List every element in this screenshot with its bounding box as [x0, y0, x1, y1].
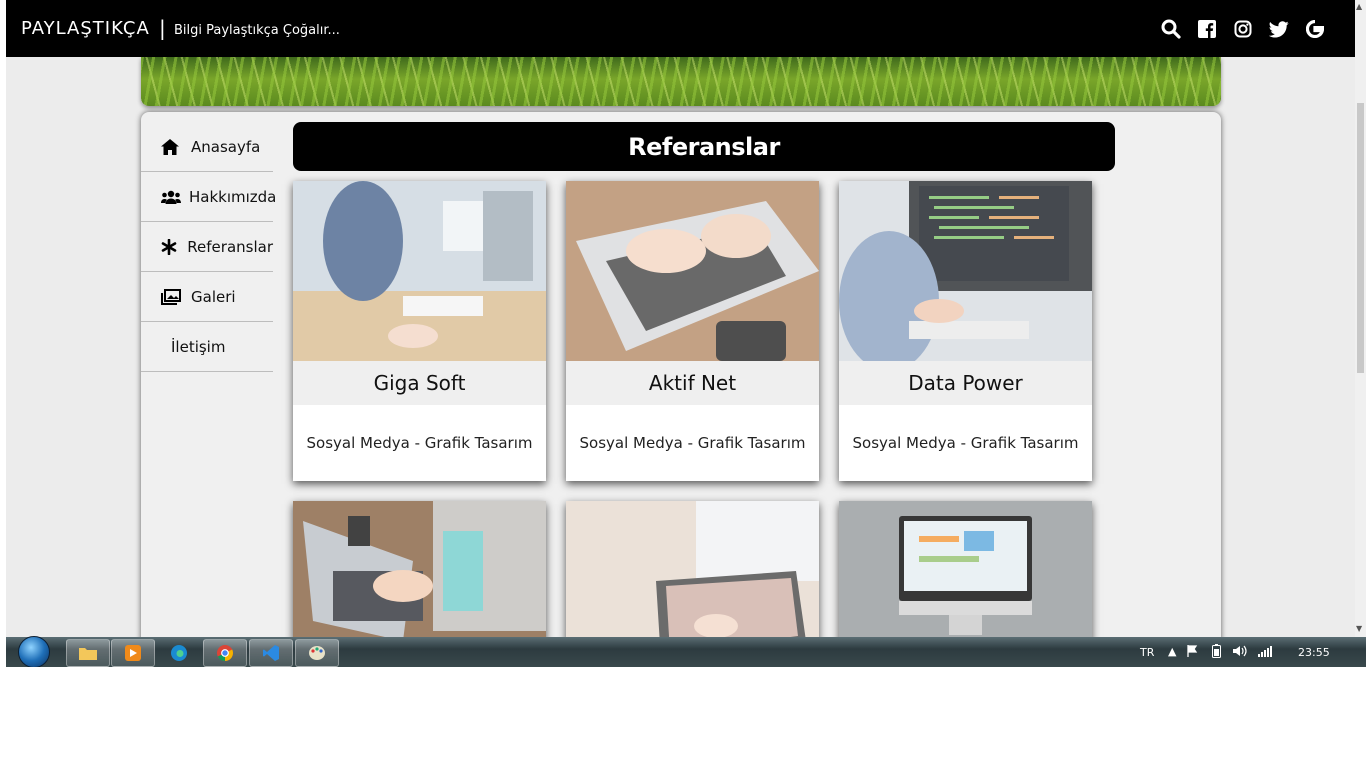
instagram-icon[interactable]	[1225, 18, 1261, 40]
content-panel: Anasayfa Hakkımızda Referanslar Galeri İ…	[141, 112, 1221, 667]
site-brand[interactable]: PAYLAŞTIKÇA	[21, 18, 150, 39]
chrome-icon[interactable]	[203, 639, 247, 667]
card-description: Sosyal Medya - Grafik Tasarım	[579, 434, 806, 452]
page-title: Referanslar	[293, 122, 1115, 171]
sidebar-nav: Anasayfa Hakkımızda Referanslar Galeri İ…	[141, 122, 277, 372]
windows-logo-icon	[18, 636, 50, 667]
clock[interactable]: 23:55	[1298, 646, 1330, 659]
system-tray: TR ▲ 23:55	[1126, 637, 1366, 667]
card-description: Sosyal Medya - Grafik Tasarım	[306, 434, 533, 452]
paint-icon[interactable]	[295, 639, 339, 667]
vscode-icon[interactable]	[249, 639, 293, 667]
windows-taskbar: TR ▲ 23:55	[6, 636, 1366, 667]
sidebar-item-hakkimizda[interactable]: Hakkımızda	[141, 172, 277, 222]
reference-card[interactable]: Aktif Net Sosyal Medya - Grafik Tasarım	[566, 181, 819, 481]
reference-card[interactable]: Giga Soft Sosyal Medya - Grafik Tasarım	[293, 181, 546, 481]
sidebar-item-iletisim[interactable]: İletişim	[141, 322, 273, 372]
start-button[interactable]	[15, 636, 53, 667]
battery-icon[interactable]	[1212, 644, 1221, 661]
edge-icon[interactable]	[157, 639, 201, 667]
browser-viewport: PAYLAŞTIKÇA | Bilgi Paylaştıkça Çoğalır.…	[6, 0, 1366, 667]
card-image	[839, 181, 1092, 361]
images-icon	[161, 288, 183, 305]
users-icon	[161, 190, 181, 204]
card-title: Data Power	[839, 361, 1092, 405]
hero-grass-banner	[141, 57, 1221, 106]
sidebar-item-label: Hakkımızda	[189, 187, 277, 206]
file-explorer-icon[interactable]	[66, 639, 110, 667]
facebook-icon[interactable]	[1189, 18, 1225, 40]
brand-separator: |	[159, 16, 166, 40]
card-description: Sosyal Medya - Grafik Tasarım	[852, 434, 1079, 452]
card-image	[293, 181, 546, 361]
sidebar-item-label: Galeri	[191, 287, 236, 306]
card-image	[566, 181, 819, 361]
card-title: Aktif Net	[566, 361, 819, 405]
sidebar-item-label: İletişim	[171, 337, 226, 356]
twitter-icon[interactable]	[1261, 18, 1297, 40]
google-icon[interactable]	[1297, 18, 1333, 40]
language-indicator[interactable]: TR	[1140, 646, 1154, 659]
sidebar-item-anasayfa[interactable]: Anasayfa	[141, 122, 273, 172]
volume-icon[interactable]	[1232, 644, 1248, 661]
sidebar-item-label: Referanslar	[187, 237, 273, 256]
scrollbar-thumb[interactable]	[1357, 103, 1364, 373]
action-center-flag-icon[interactable]	[1186, 644, 1200, 661]
site-tagline: Bilgi Paylaştıkça Çoğalır...	[174, 23, 340, 38]
scroll-down-arrow-icon[interactable]: ▼	[1356, 624, 1362, 633]
scroll-up-arrow-icon[interactable]: ▲	[1356, 2, 1362, 11]
sidebar-item-galeri[interactable]: Galeri	[141, 272, 273, 322]
page-scrollbar[interactable]: ▲ ▼	[1355, 0, 1366, 637]
show-hidden-icons-icon[interactable]: ▲	[1168, 645, 1176, 658]
home-icon	[161, 138, 183, 155]
network-signal-icon[interactable]	[1258, 645, 1272, 660]
top-navbar: PAYLAŞTIKÇA | Bilgi Paylaştıkça Çoğalır.…	[6, 0, 1355, 57]
sidebar-item-label: Anasayfa	[191, 137, 261, 156]
asterisk-icon	[161, 238, 179, 255]
reference-card[interactable]: Data Power Sosyal Medya - Grafik Tasarım	[839, 181, 1092, 481]
search-icon[interactable]	[1153, 18, 1189, 40]
sidebar-item-referanslar[interactable]: Referanslar	[141, 222, 273, 272]
card-title: Giga Soft	[293, 361, 546, 405]
media-player-icon[interactable]	[111, 639, 155, 667]
social-icons	[1153, 18, 1333, 40]
